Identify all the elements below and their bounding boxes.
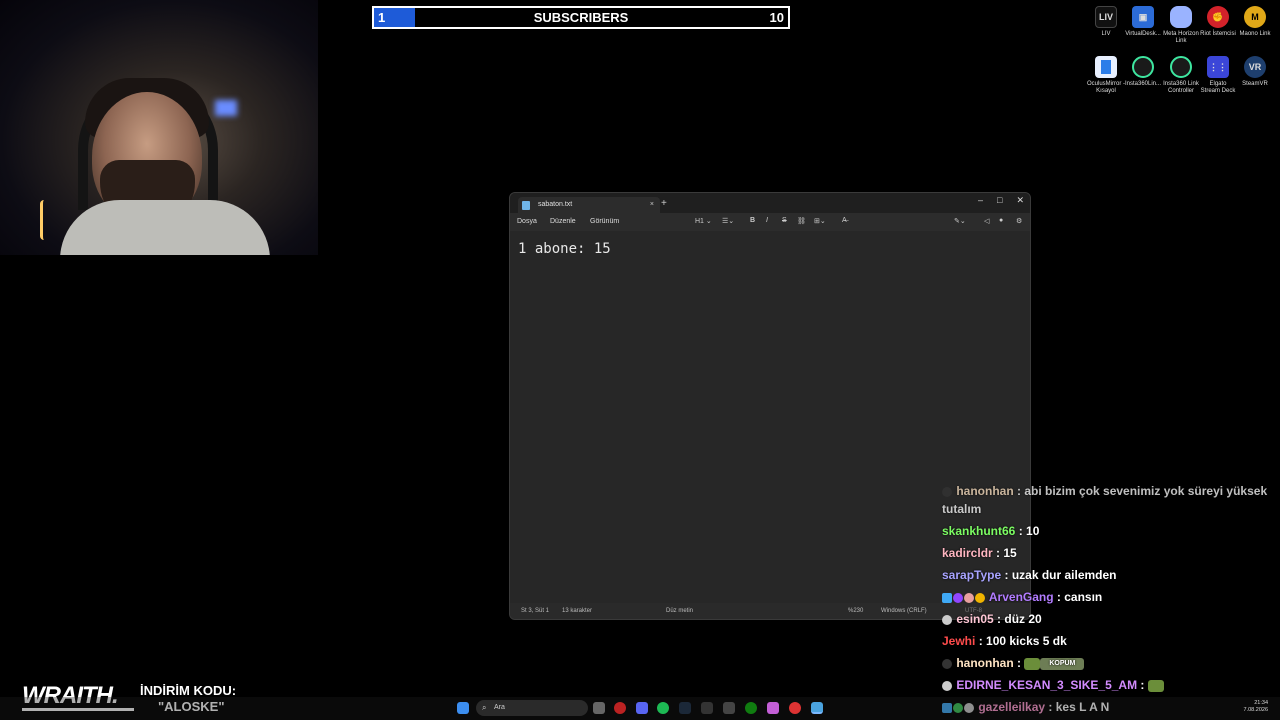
promo-label: İNDİRİM KODU:: [140, 683, 237, 698]
chat-message: esin05 : düz 20: [942, 610, 1272, 628]
taskbar-search[interactable]: ⌕ Ara: [476, 700, 588, 716]
clear-formatting-icon[interactable]: A̶: [842, 217, 847, 224]
chat-message: sarapType : uzak dur ailemden: [942, 568, 1117, 582]
notepad-titlebar[interactable]: sabaton.txt × + – □ ✕: [510, 193, 1030, 213]
chat-message: EDIRNE_KESAN_3_SIKE_5_AM :: [942, 676, 1272, 694]
notepad-menubar: Dosya Düzenle Görünüm H1 ⌄ ☰⌄ B I S ⛓ ⊞⌄…: [510, 213, 1030, 231]
chat-message: kadircldr : 15: [942, 546, 1017, 560]
virtual-desktop-icon: ▣: [1132, 6, 1154, 28]
badge-icon: [942, 680, 952, 691]
italic-icon[interactable]: I: [766, 217, 768, 224]
xbox-icon[interactable]: [745, 702, 757, 714]
pepe-emote-icon: [1147, 679, 1164, 692]
status-zoom: %230: [848, 608, 864, 614]
search-icon: ⌕: [482, 703, 487, 712]
desktop-icon-liv[interactable]: LIV LIV: [1087, 6, 1125, 38]
close-tab-icon[interactable]: ×: [650, 197, 654, 213]
start-icon[interactable]: [457, 702, 469, 714]
riot-icon: ✊: [1207, 6, 1229, 28]
webcam-feed: [0, 0, 318, 255]
gift-badge-icon: [975, 592, 985, 603]
insta360-icon: [1132, 56, 1154, 78]
taskbar-clock[interactable]: 21:34 7.08.2026: [1244, 700, 1268, 714]
status-line-ending: Windows (CRLF): [881, 608, 927, 614]
menu-file[interactable]: Dosya: [517, 218, 537, 225]
list-icon[interactable]: ☰⌄: [722, 217, 734, 225]
desktop-icon-meta-horizon-link[interactable]: Meta Horizon Link: [1162, 6, 1200, 45]
tab-title: sabaton.txt: [538, 201, 573, 208]
subscriber-goal-bar: 1 SUBSCRIBERS 10: [372, 6, 790, 29]
stream-deck-icon: ⋮⋮: [1207, 56, 1229, 78]
ring-light: [40, 200, 48, 240]
background-light: [215, 100, 237, 116]
desktop-icon-insta360-controller[interactable]: Insta360 Link Controller: [1162, 56, 1200, 95]
new-tab-icon[interactable]: +: [661, 198, 667, 209]
minimize-icon[interactable]: –: [978, 195, 983, 206]
megaphone-icon[interactable]: ◁: [984, 217, 989, 225]
desktop-icon-riot-client[interactable]: ✊ Riot İstemcisi: [1199, 6, 1237, 38]
heading-dropdown[interactable]: H1 ⌄: [695, 217, 712, 225]
task-view-icon[interactable]: [593, 702, 605, 714]
link-icon[interactable]: ⛓: [797, 217, 806, 225]
moderator-badge-icon: [942, 592, 952, 603]
menu-view[interactable]: Görünüm: [590, 218, 619, 225]
chat-message: hanonhan : abi bizim çok sevenimiz yok s…: [942, 484, 1268, 516]
browser-icon[interactable]: [767, 702, 779, 714]
pepe-emote-icon: [1024, 657, 1041, 670]
maximize-icon[interactable]: □: [997, 195, 1002, 206]
close-icon[interactable]: ✕: [1016, 195, 1024, 206]
steamvr-icon: VR: [1244, 56, 1266, 78]
oculus-mirror-icon: [1095, 56, 1117, 78]
chat-message: skankhunt66 : 10: [942, 524, 1040, 538]
clock-time: 21:34: [1254, 700, 1268, 706]
desktop-icon-oculus-mirror[interactable]: OculusMirror - Kısayol: [1087, 56, 1125, 95]
subscriber-badge-icon: [953, 592, 963, 603]
desktop-icon-elgato-stream-deck[interactable]: ⋮⋮ Elgato Stream Deck: [1199, 56, 1237, 95]
desktop-icon-maono-link[interactable]: M Maono Link: [1236, 6, 1274, 38]
meta-horizon-icon: [1170, 6, 1192, 28]
shirt: [60, 200, 270, 255]
desktop-icon-steamvr[interactable]: VR SteamVR: [1236, 56, 1274, 88]
status-chars: 13 karakter: [562, 608, 593, 614]
spotify-icon[interactable]: [657, 702, 669, 714]
notepad-tab[interactable]: sabaton.txt ×: [518, 197, 660, 213]
goal-target: 10: [769, 10, 784, 25]
kopum-emote-icon: KOPUM: [1040, 657, 1085, 670]
maono-icon: M: [1244, 6, 1266, 28]
chat-message: hanonhan : KOPUM: [942, 654, 1272, 672]
status-format: Düz metin: [666, 608, 694, 614]
editor-text: 1 abone: 15: [518, 241, 611, 257]
badge-icon: [942, 658, 952, 669]
liv-icon: LIV: [1095, 6, 1117, 28]
settings-icon[interactable]: ⚙: [1016, 217, 1022, 225]
status-position: St 3, Süt 1: [521, 608, 550, 614]
insta360-controller-icon: [1170, 56, 1192, 78]
clock-date: 7.08.2026: [1243, 707, 1268, 713]
epic-games-icon[interactable]: [701, 702, 713, 714]
account-icon[interactable]: ●: [999, 217, 1003, 224]
chrome-icon[interactable]: [789, 702, 801, 714]
steam-icon[interactable]: [679, 702, 691, 714]
chat-message: Jewhi : 100 kicks 5 dk: [942, 634, 1067, 648]
opera-icon[interactable]: [614, 702, 626, 714]
strikethrough-icon[interactable]: S: [782, 217, 787, 224]
menu-edit[interactable]: Düzenle: [550, 218, 576, 225]
desktop-icon-virtual-desktop[interactable]: ▣ VirtualDesk...: [1124, 6, 1162, 38]
table-icon[interactable]: ⊞⌄: [814, 217, 826, 225]
notepad-taskbar-icon[interactable]: [811, 702, 823, 714]
badge-icon: [942, 486, 952, 497]
notepad-file-icon: [522, 201, 530, 210]
taskbar: ⌕ Ara 21:34 7.08.2026: [0, 697, 1280, 720]
bold-icon[interactable]: B: [750, 217, 755, 224]
emote-badge-icon: [964, 592, 974, 603]
goal-label: SUBSCRIBERS: [533, 10, 629, 25]
badge-icon: [942, 614, 952, 625]
chat-message: ArvenGang : cansın: [942, 588, 1272, 606]
desktop-icon-insta360-link[interactable]: Insta360Lin...: [1124, 56, 1162, 88]
copilot-icon[interactable]: ✎⌄: [954, 217, 966, 225]
discord-icon[interactable]: [636, 702, 648, 714]
capcut-icon[interactable]: [723, 702, 735, 714]
